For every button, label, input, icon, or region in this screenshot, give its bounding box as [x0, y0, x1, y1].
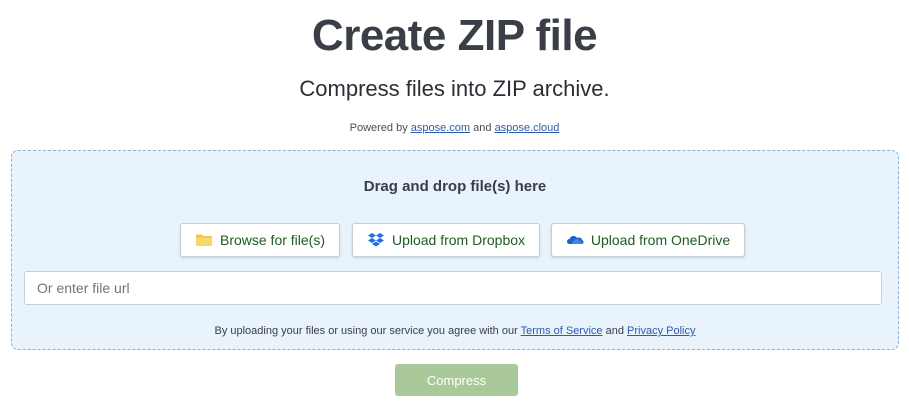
powered-by: Powered by aspose.com and aspose.cloud: [0, 120, 909, 136]
dropzone-title: Drag and drop file(s) here: [363, 178, 547, 195]
aspose-cloud-link[interactable]: aspose.cloud: [495, 122, 560, 134]
terms-notice: By uploading your files or using our ser…: [12, 323, 898, 339]
aspose-com-link[interactable]: aspose.com: [411, 122, 470, 134]
dropbox-icon: [367, 232, 385, 248]
folder-icon: [195, 232, 213, 248]
file-dropzone[interactable]: Drag and drop file(s) here Browse for fi…: [11, 150, 899, 350]
powered-and: and: [473, 122, 492, 134]
onedrive-icon: [566, 232, 584, 248]
terms-prefix: By uploading your files or using our ser…: [214, 325, 518, 337]
upload-onedrive-button[interactable]: Upload from OneDrive: [551, 223, 745, 257]
browse-files-button[interactable]: Browse for file(s): [180, 223, 340, 257]
upload-dropbox-label: Upload from Dropbox: [391, 232, 526, 248]
browse-files-label: Browse for file(s): [219, 232, 326, 248]
upload-dropbox-button[interactable]: Upload from Dropbox: [352, 223, 540, 257]
file-url-input[interactable]: [24, 271, 882, 305]
privacy-policy-link[interactable]: Privacy Policy: [627, 325, 695, 337]
page-subtitle: Compress files into ZIP archive.: [299, 76, 610, 101]
upload-onedrive-label: Upload from OneDrive: [590, 232, 731, 248]
terms-of-service-link[interactable]: Terms of Service: [521, 325, 603, 337]
page: Create ZIP file Compress files into ZIP …: [0, 0, 909, 410]
terms-and: and: [605, 325, 624, 337]
page-title: Create ZIP file: [311, 11, 598, 60]
powered-prefix: Powered by: [349, 122, 408, 134]
compress-button[interactable]: Compress: [395, 364, 518, 396]
